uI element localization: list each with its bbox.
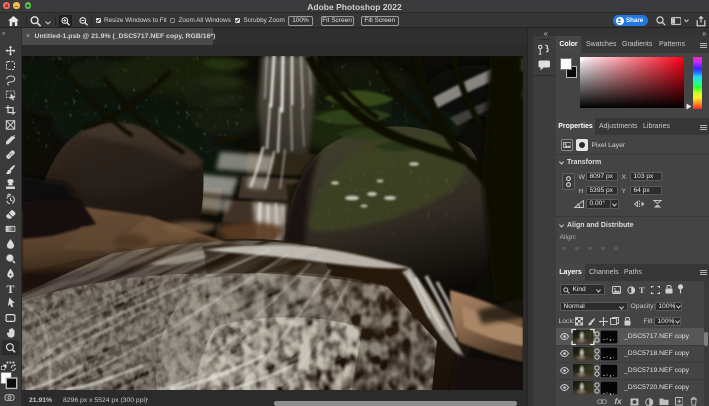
svg-text:T: T (6, 282, 14, 296)
svg-text:»: » (2, 31, 6, 37)
